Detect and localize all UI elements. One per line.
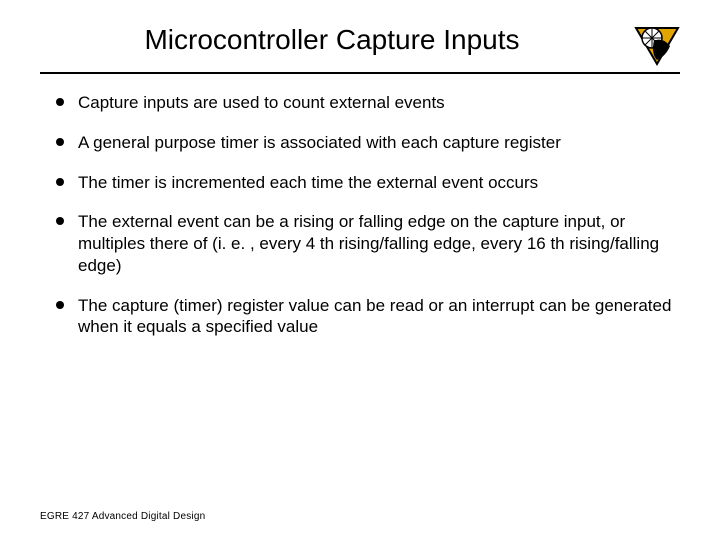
slide: Microcontroller Capture Inputs	[0, 0, 720, 540]
ram-logo-icon	[634, 20, 680, 66]
header-row: Microcontroller Capture Inputs	[40, 20, 680, 66]
list-item: The timer is incremented each time the e…	[56, 172, 680, 194]
footer-text: EGRE 427 Advanced Digital Design	[40, 511, 205, 522]
slide-title: Microcontroller Capture Inputs	[40, 24, 624, 56]
list-item: The capture (timer) register value can b…	[56, 295, 680, 339]
list-item: The external event can be a rising or fa…	[56, 211, 680, 276]
bullet-list: Capture inputs are used to count externa…	[40, 92, 680, 338]
list-item: Capture inputs are used to count externa…	[56, 92, 680, 114]
list-item: A general purpose timer is associated wi…	[56, 132, 680, 154]
header-divider	[40, 72, 680, 74]
